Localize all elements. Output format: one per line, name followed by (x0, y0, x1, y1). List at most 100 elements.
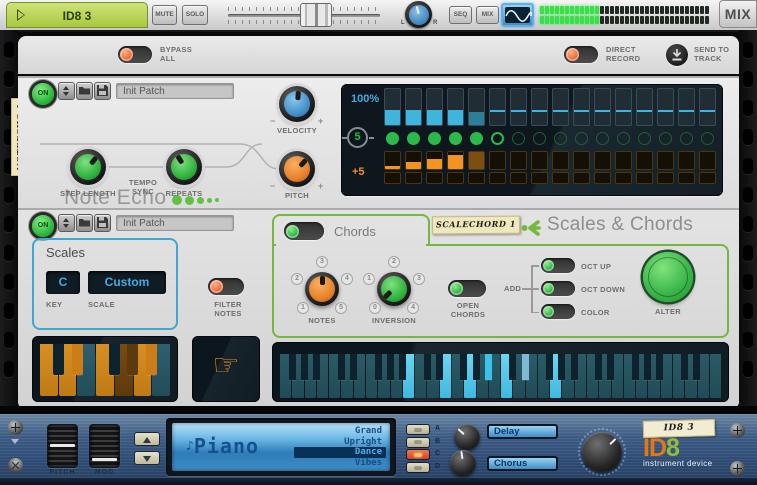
scale-display[interactable]: Custom (88, 271, 166, 294)
repeats-label: REPEATS (154, 189, 214, 198)
folder-icon (78, 217, 91, 228)
direct-record-label: DIRECT RECORD (606, 45, 652, 63)
waveform-display-button[interactable] (501, 3, 534, 27)
patch-save-button[interactable] (94, 82, 111, 100)
echo-step[interactable] (615, 88, 632, 188)
scales-chords-patch-name[interactable]: Init Patch (116, 215, 234, 231)
lcd-display: ♪Piano GrandUprightDanceVibes (166, 418, 396, 476)
pitch-wheel[interactable] (47, 424, 78, 468)
repeats-value-badge: 5 (347, 127, 368, 148)
patch-spinner[interactable] (58, 82, 75, 100)
piano-key (460, 354, 467, 380)
bypass-all-toggle[interactable] (118, 46, 152, 63)
piano-key (146, 344, 157, 375)
piano-key (350, 354, 357, 380)
patch-down-button[interactable] (134, 451, 160, 465)
note-echo-patch-name[interactable]: Init Patch (116, 83, 234, 99)
patch-save-button[interactable] (94, 214, 111, 232)
echo-step[interactable] (468, 88, 485, 188)
piano-key (53, 344, 64, 375)
echo-step[interactable] (552, 88, 569, 188)
key-display[interactable]: C (46, 271, 80, 294)
folder-icon (78, 85, 91, 96)
patch-spinner[interactable] (58, 214, 75, 232)
echo-step[interactable] (531, 88, 548, 188)
echo-step[interactable] (657, 88, 674, 188)
bank-button-c[interactable] (406, 449, 430, 460)
scales-chords-power-button[interactable]: ON (32, 215, 54, 237)
bank-button-d[interactable] (406, 462, 430, 473)
echo-step[interactable] (678, 88, 695, 188)
mix-button[interactable]: MIX (476, 6, 499, 24)
chords-toggle[interactable] (284, 222, 324, 240)
echo-step[interactable] (426, 88, 443, 188)
echo-step[interactable] (447, 88, 464, 188)
fader-handle[interactable] (300, 3, 332, 27)
fold-triangle-icon[interactable] (11, 439, 19, 444)
fx1-display[interactable]: Delay (487, 424, 558, 439)
pitch-knob[interactable] (279, 151, 315, 187)
fx1-amount-knob[interactable] (454, 424, 480, 450)
piano-key (289, 354, 296, 380)
piano-key (109, 344, 120, 375)
echo-step[interactable] (573, 88, 590, 188)
patch-browse-button[interactable] (76, 82, 93, 100)
send-to-track-button[interactable] (666, 44, 688, 66)
piano-key (301, 354, 308, 380)
send-to-track-icon (666, 44, 688, 66)
piano-key (436, 354, 443, 380)
bank-button-b[interactable] (406, 437, 430, 448)
echo-step[interactable] (636, 88, 653, 188)
piano-key (558, 354, 565, 380)
device-utility-bar: BYPASS ALL DIRECT RECORD SEND TO TRACK (18, 36, 739, 74)
chord-hand-display: ☞ (192, 336, 260, 402)
velocity-label: VELOCITY (267, 126, 327, 135)
scales-chords-logo-icon (521, 219, 543, 237)
seq-button[interactable]: SEQ (449, 6, 472, 24)
piano-key (656, 354, 663, 380)
mix-channel-tab[interactable]: MIX (719, 0, 757, 28)
screw-icon (5, 455, 26, 476)
bypass-all-label: BYPASS ALL (160, 45, 206, 63)
lcd-patch-list: GrandUprightDanceVibes (294, 426, 386, 468)
scale-label: SCALE (88, 300, 115, 309)
solo-button[interactable]: SOLO (182, 5, 208, 25)
save-icon (97, 217, 108, 228)
filter-notes-toggle[interactable] (208, 278, 244, 295)
echo-step-grid[interactable] (384, 88, 720, 188)
velocity-knob[interactable] (279, 86, 315, 122)
piano-key (338, 354, 345, 380)
pitch-label: PITCH (272, 191, 322, 200)
note-echo-power-button[interactable]: ON (32, 83, 54, 105)
scales-title: Scales (46, 245, 85, 260)
pitch-plus: + (318, 181, 323, 191)
lcd-list-item: Upright (294, 437, 386, 448)
filter-notes-label: FILTER NOTES (206, 300, 250, 318)
bank-button-a[interactable] (406, 424, 430, 435)
hand-icon: ☞ (192, 348, 260, 383)
patch-browse-button[interactable] (76, 214, 93, 232)
echo-step[interactable] (510, 88, 527, 188)
pan-knob[interactable] (405, 1, 432, 28)
piano-key (127, 344, 138, 375)
mute-button[interactable]: MUTE (152, 5, 177, 25)
lcd-list-item: Grand (294, 426, 386, 437)
piano-key (632, 354, 639, 380)
velocity-minus: − (270, 116, 275, 126)
echo-step[interactable] (594, 88, 611, 188)
echo-step[interactable] (384, 88, 401, 188)
fx2-display[interactable]: Chorus (487, 456, 558, 471)
volume-knob[interactable] (582, 432, 622, 472)
direct-record-toggle[interactable] (564, 46, 598, 63)
step-length-knob[interactable] (70, 149, 106, 185)
track-tab[interactable]: ID8 3 (6, 2, 148, 28)
id8-logo-subtitle: instrument device (643, 459, 713, 468)
echo-step[interactable] (405, 88, 422, 188)
repeats-knob[interactable] (166, 149, 202, 185)
echo-step[interactable] (699, 88, 716, 188)
echo-step[interactable] (489, 88, 506, 188)
fx2-amount-knob[interactable] (450, 450, 476, 476)
mod-wheel[interactable] (89, 424, 120, 468)
track-header-bar: ID8 3 MUTE SOLO L R SEQ MIX MIX (0, 0, 757, 32)
patch-up-button[interactable] (134, 432, 160, 446)
